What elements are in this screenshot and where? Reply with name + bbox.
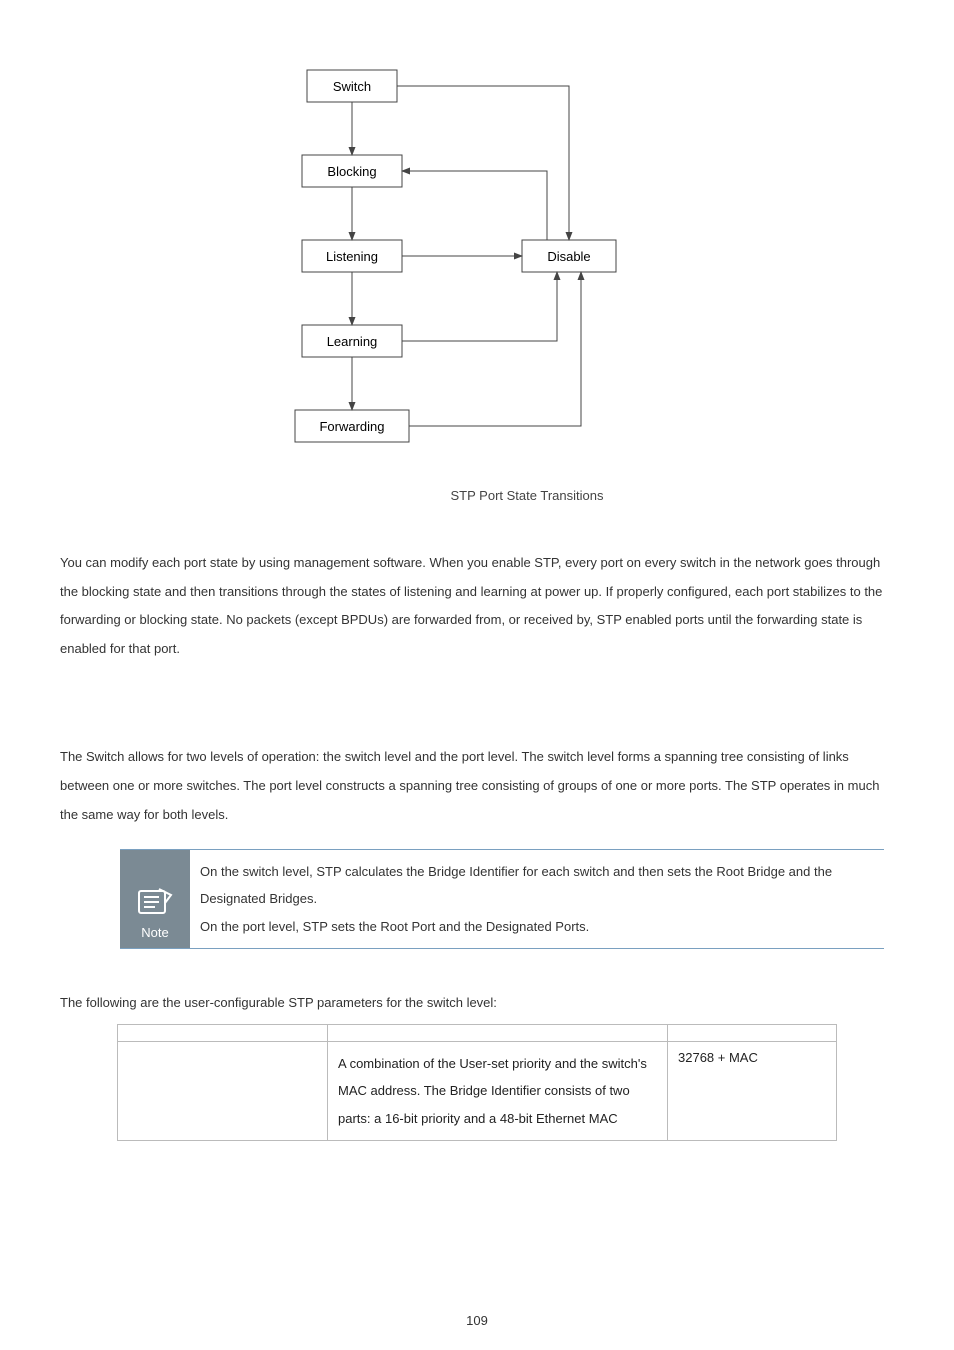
paragraph-table-intro: The following are the user-configurable …	[60, 995, 894, 1010]
edge-disable-blocking	[402, 171, 547, 240]
diagram-node-blocking: Blocking	[302, 155, 402, 187]
diagram-node-disable: Disable	[522, 240, 616, 272]
diagram-caption: STP Port State Transitions	[451, 488, 604, 503]
paragraph-port-state: You can modify each port state by using …	[60, 549, 894, 663]
edge-learning-disable	[402, 272, 557, 341]
table-row: A combination of the User-set priority a…	[118, 1042, 837, 1141]
table-header-param	[118, 1025, 328, 1042]
table-header-default	[668, 1025, 837, 1042]
note-line-1: On the switch level, STP calculates the …	[200, 858, 876, 913]
stp-diagram-container: Switch Blocking Listening Learning Forwa…	[60, 60, 894, 503]
table-header-desc	[328, 1025, 668, 1042]
diagram-node-disable-label: Disable	[547, 249, 590, 264]
table-cell-default: 32768 + MAC	[668, 1042, 837, 1141]
note-icon	[135, 885, 175, 919]
diagram-node-switch: Switch	[307, 70, 397, 102]
note-line-2: On the port level, STP sets the Root Por…	[200, 913, 876, 940]
diagram-node-forwarding-label: Forwarding	[319, 419, 384, 434]
note-text: On the switch level, STP calculates the …	[190, 850, 884, 948]
edge-switch-disable	[397, 86, 569, 240]
note-block: Note On the switch level, STP calculates…	[120, 849, 884, 949]
edge-forwarding-disable	[409, 272, 581, 426]
table-header-row	[118, 1025, 837, 1042]
table-cell-desc: A combination of the User-set priority a…	[328, 1042, 668, 1141]
paragraph-levels: The Switch allows for two levels of oper…	[60, 743, 894, 829]
diagram-node-listening-label: Listening	[326, 249, 378, 264]
page-number: 109	[0, 1313, 954, 1328]
stp-parameters-table: A combination of the User-set priority a…	[117, 1024, 837, 1141]
diagram-node-blocking-label: Blocking	[327, 164, 376, 179]
diagram-node-switch-label: Switch	[333, 79, 371, 94]
table-cell-param	[118, 1042, 328, 1141]
note-badge: Note	[120, 850, 190, 948]
stp-state-diagram: Switch Blocking Listening Learning Forwa…	[257, 60, 697, 480]
diagram-node-learning-label: Learning	[327, 334, 378, 349]
note-badge-label: Note	[141, 925, 168, 940]
diagram-node-learning: Learning	[302, 325, 402, 357]
diagram-node-listening: Listening	[302, 240, 402, 272]
diagram-node-forwarding: Forwarding	[295, 410, 409, 442]
